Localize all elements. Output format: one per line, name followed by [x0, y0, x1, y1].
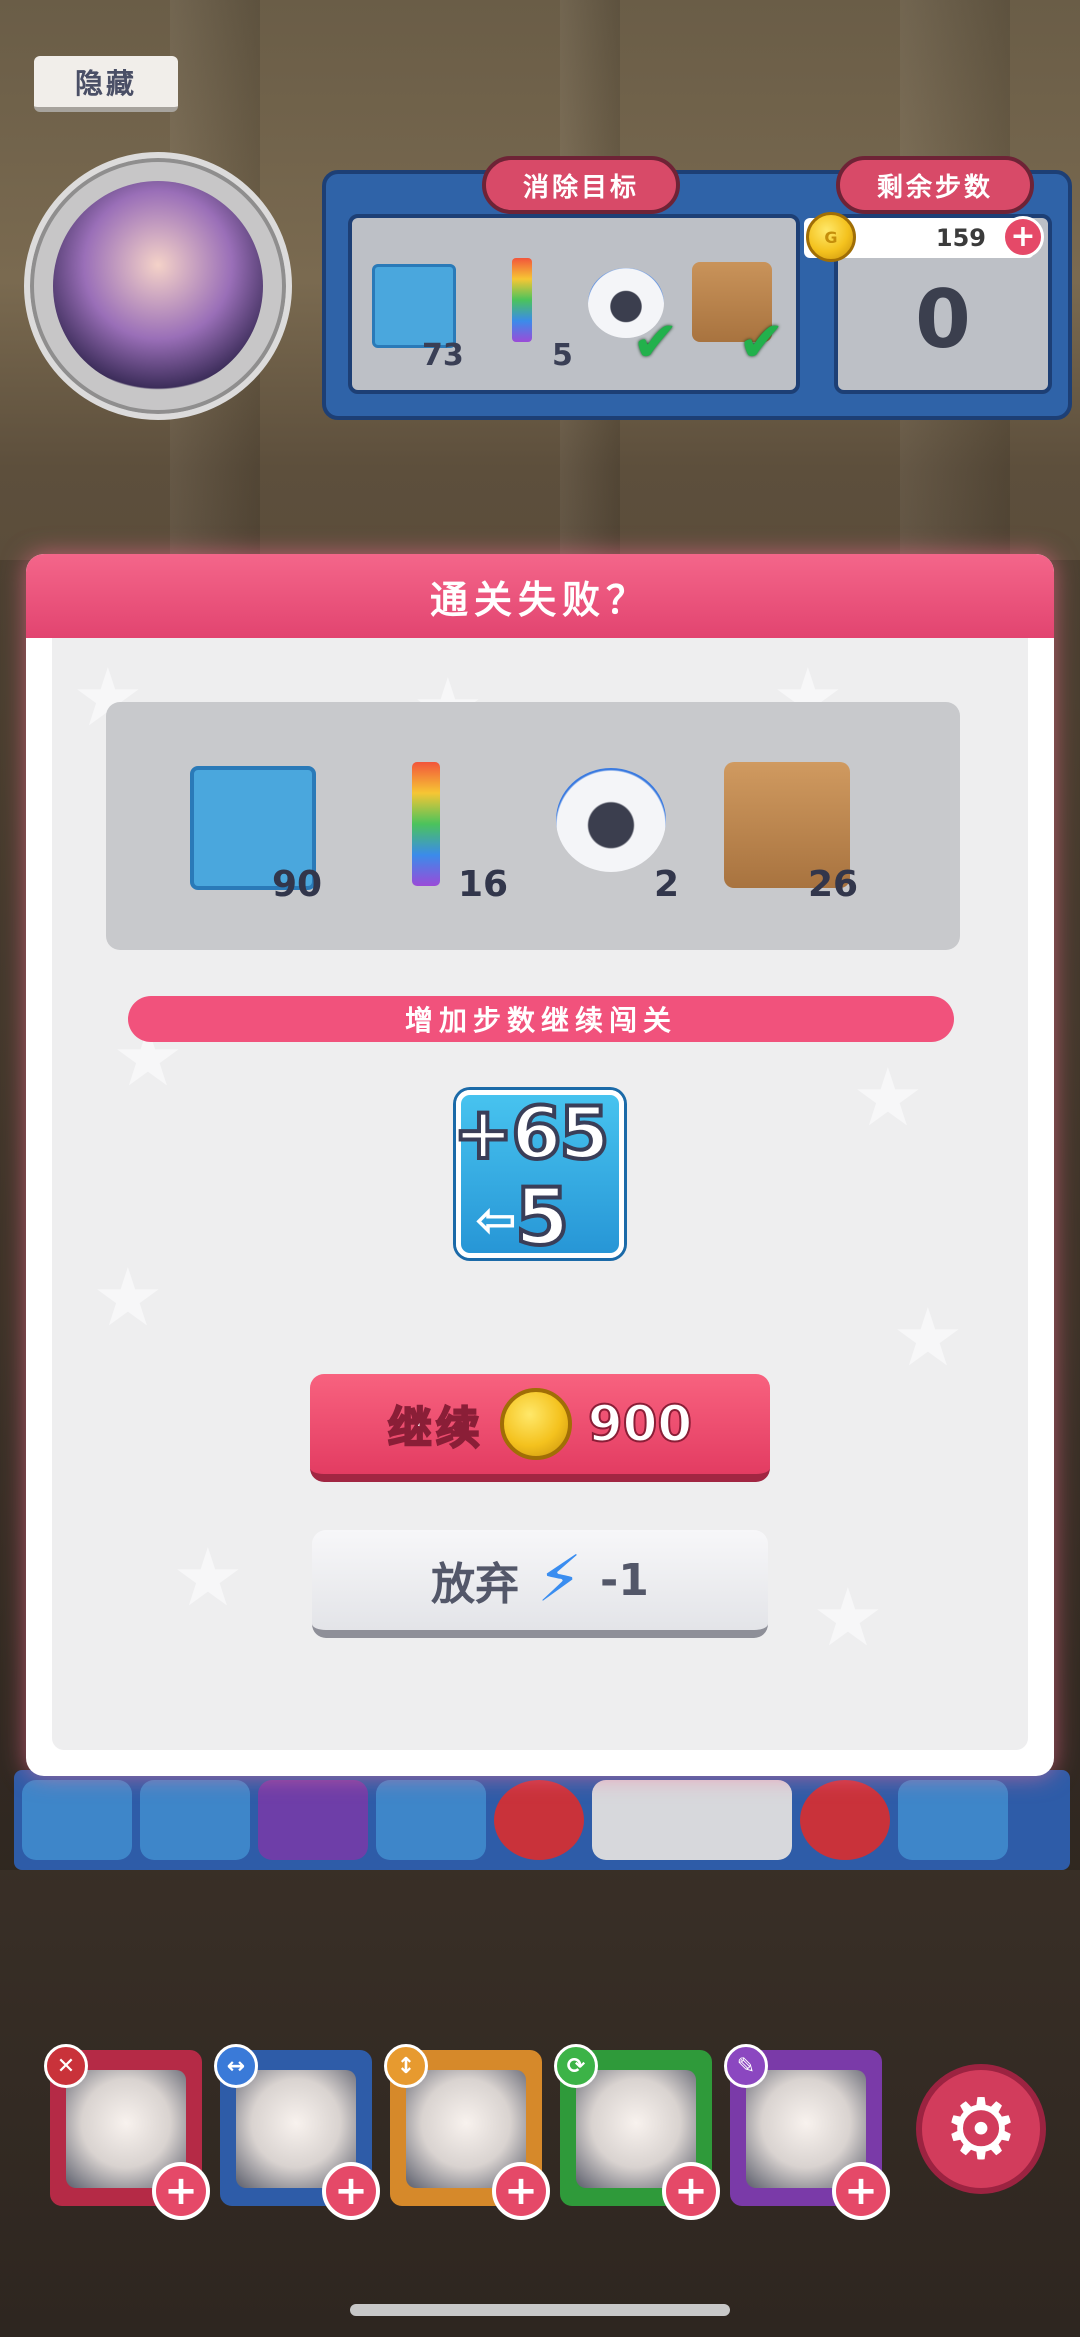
home-indicator[interactable]	[350, 2304, 730, 2316]
add-hero-button[interactable]: +	[492, 2162, 550, 2220]
goal-items-box: 73 5 ✔ ✔	[348, 214, 800, 394]
robot-cat-icon	[556, 768, 666, 872]
rainbow-stick-icon	[512, 258, 532, 342]
goal-title: 消除目标	[482, 156, 680, 214]
arrow-left-icon: ⇦	[475, 1191, 517, 1249]
goal-count: 5	[552, 338, 573, 373]
energy-bolt-icon: ⚡	[537, 1543, 583, 1617]
dialog-title: 通关失败？	[26, 554, 1054, 638]
continue-label: 继续	[387, 1402, 484, 1455]
gear-icon: ⚙	[943, 2080, 1019, 2178]
hide-button[interactable]: 隐藏	[34, 56, 178, 112]
add-hero-button[interactable]: +	[152, 2162, 210, 2220]
star-decoration: ★	[852, 1051, 924, 1144]
add-hero-button[interactable]: +	[322, 2162, 380, 2220]
board-tile[interactable]	[898, 1780, 1008, 1860]
hero-card[interactable]: ↔ +	[214, 2044, 380, 2220]
continue-button[interactable]: 继续 900	[310, 1374, 770, 1482]
give-up-button[interactable]: 放弃 ⚡ -1	[312, 1530, 768, 1638]
boost-steps-text: 5	[513, 1171, 571, 1265]
star-decoration: ★	[172, 1531, 244, 1624]
add-hero-button[interactable]: +	[832, 2162, 890, 2220]
board-tile[interactable]	[800, 1780, 890, 1860]
star-decoration: ★	[812, 1571, 884, 1664]
board-tile[interactable]	[376, 1780, 486, 1860]
hero-card[interactable]: ⟳ +	[554, 2044, 720, 2220]
avatar-portrait	[53, 181, 263, 391]
hero-card[interactable]: ↕ +	[384, 2044, 550, 2220]
steps-remaining: 0	[915, 272, 971, 366]
coin-icon: G	[806, 212, 856, 262]
settings-button[interactable]: ⚙	[916, 2064, 1046, 2194]
vertical-arrows-icon: ↕	[384, 2044, 428, 2088]
board-tile[interactable]	[140, 1780, 250, 1860]
swap-icon: ⟳	[554, 2044, 598, 2088]
continue-price: 900	[587, 1394, 693, 1454]
wrench-icon: ✎	[724, 2044, 768, 2088]
goal-count: 90	[272, 864, 323, 905]
blue-block-icon	[372, 264, 456, 348]
goal-count: 26	[808, 864, 859, 905]
horizontal-arrows-icon: ↔	[214, 2044, 258, 2088]
star-decoration: ★	[92, 1251, 164, 1344]
board-tile[interactable]	[258, 1780, 368, 1860]
continue-banner: 增加步数继续闯关	[128, 996, 954, 1042]
goal-count: 2	[654, 864, 680, 905]
add-hero-button[interactable]: +	[662, 2162, 720, 2220]
cross-icon: ✕	[44, 2044, 88, 2088]
check-icon: ✔	[632, 310, 679, 375]
board-tile[interactable]	[592, 1780, 792, 1860]
give-up-label: 放弃	[431, 1559, 520, 1610]
remaining-goals: 90 16 2 26	[106, 702, 960, 950]
star-decoration: ★	[892, 1291, 964, 1384]
goal-count: 16	[458, 864, 509, 905]
extra-steps-card: +65 ⇦ 5	[451, 1089, 624, 1265]
board-tile[interactable]	[494, 1780, 584, 1860]
check-icon: ✔	[738, 310, 785, 375]
board-row	[14, 1770, 1070, 1870]
energy-cost: -1	[600, 1554, 649, 1606]
board-tile[interactable]	[22, 1780, 132, 1860]
boost-plus-text: +65	[451, 1089, 612, 1177]
hero-card[interactable]: ✕ +	[44, 2044, 210, 2220]
player-avatar[interactable]	[24, 152, 292, 420]
goal-count: 73	[422, 338, 464, 373]
hero-card[interactable]: ✎ +	[724, 2044, 890, 2220]
goal-panel: 消除目标 剩余步数 73 5 ✔ ✔ 0 159 G +	[322, 156, 1072, 420]
coin-icon	[499, 1388, 572, 1460]
add-coins-button[interactable]: +	[1002, 216, 1044, 258]
steps-title: 剩余步数	[836, 156, 1034, 214]
rainbow-stick-icon	[412, 762, 440, 886]
